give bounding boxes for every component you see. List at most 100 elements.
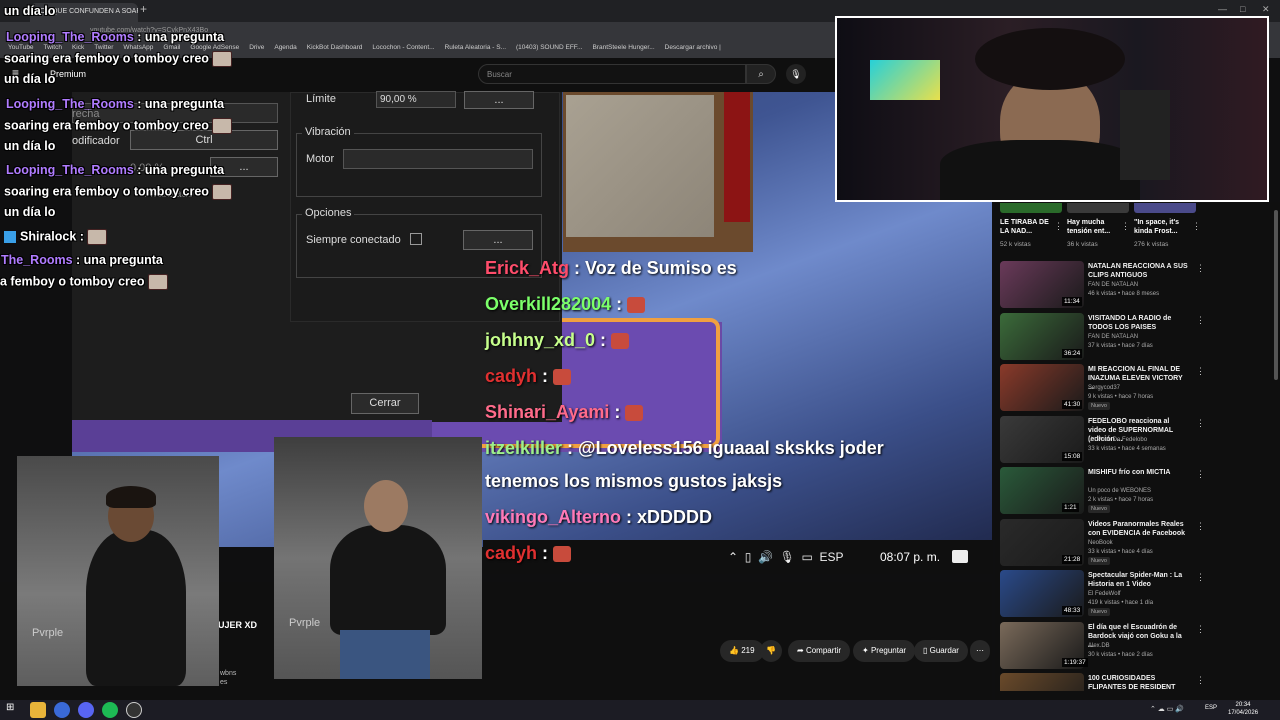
- chrome-icon[interactable]: [54, 702, 70, 718]
- video-channel[interactable]: Un Poco De Fedelobo: [1088, 437, 1147, 443]
- video-channel[interactable]: NeoBook: [1088, 540, 1113, 546]
- short-title[interactable]: "In space, it's kinda Frost...: [1134, 218, 1192, 236]
- related-video-item[interactable]: 1:21 MISHIFU frío con MICTIA Un poco de WE…: [1000, 467, 1275, 517]
- motor-select[interactable]: [343, 149, 533, 169]
- stream-chat-line: Looping_The_Rooms : una pregunta: [6, 163, 224, 177]
- video-channel[interactable]: FAN DE NATALAN: [1088, 282, 1138, 288]
- more-icon[interactable]: ⋮: [1192, 221, 1201, 232]
- video-title[interactable]: NATALAN REACCIONA A SUS CLIPS ANTIGUOS: [1088, 262, 1188, 280]
- save-button[interactable]: ▯ Guardar: [914, 640, 968, 662]
- emote-icon: [553, 546, 572, 563]
- related-video-item[interactable]: 15:08 FEDELOBO reacciona al video de SUPE…: [1000, 415, 1275, 466]
- discord-icon[interactable]: [78, 702, 94, 718]
- chat-separator: :: [537, 543, 554, 563]
- more-icon[interactable]: ⋮: [1196, 572, 1205, 583]
- dislike-button[interactable]: 👎: [760, 640, 782, 662]
- limit-dots-button[interactable]: ...: [464, 91, 534, 109]
- bookmark-item[interactable]: BrantSteele Hunger...: [592, 44, 654, 54]
- short-item[interactable]: "In space, it's kinda Frost... 276 k vist…: [1134, 203, 1201, 255]
- related-video-item[interactable]: 11:34 NATALAN REACCIONA A SUS CLIPS ANTIG…: [1000, 261, 1275, 311]
- search-input[interactable]: Buscar: [478, 64, 746, 84]
- related-video-item[interactable]: 100 CURIOSIDADES FLIPANTES DE RESIDENT E…: [1000, 673, 1275, 691]
- search-icon[interactable]: ⌕: [746, 64, 776, 84]
- more-icon[interactable]: ⋮: [1196, 263, 1205, 274]
- short-item[interactable]: LE TIRABA DE LA NAD... 52 k vistas ⋮: [1000, 203, 1063, 255]
- ask-button[interactable]: ✦ Preguntar: [853, 640, 916, 662]
- video-title[interactable]: VISITANDO LA RADIO de TODOS LOS PAISES: [1088, 314, 1188, 332]
- stream-chat-username: Shiralock: [20, 229, 77, 244]
- notification-icon: [952, 550, 968, 563]
- more-icon[interactable]: ⋮: [1196, 315, 1205, 326]
- video-channel[interactable]: Alex.DB: [1088, 643, 1110, 649]
- bookmark-icon: ▯: [923, 646, 930, 655]
- chat-separator: :: [621, 507, 638, 527]
- bookmark-item[interactable]: Descargar archivo |: [665, 44, 721, 54]
- more-icon[interactable]: ⋮: [1196, 418, 1205, 429]
- stream-chat-message: soaring era femboy o tomboy creo: [4, 51, 209, 66]
- related-video-item[interactable]: 1:19:37 El día que el Escuadrón de Bardoc…: [1000, 621, 1275, 672]
- bookmark-item[interactable]: Locochon - Content...: [372, 44, 434, 54]
- video-title[interactable]: 100 CURIOSIDADES FLIPANTES DE RESIDENT E…: [1088, 674, 1188, 691]
- emote-icon: [147, 274, 168, 290]
- video-meta: 46 k vistas • hace 8 meses: [1088, 291, 1160, 297]
- new-tab-button[interactable]: +: [140, 2, 147, 16]
- like-button[interactable]: 👍 219: [720, 640, 764, 662]
- bookmark-item[interactable]: Agenda: [274, 44, 296, 54]
- more-icon[interactable]: ⋮: [1054, 221, 1063, 232]
- short-item[interactable]: Hay mucha tensión ent... 36 k vistas ⋮: [1067, 203, 1130, 255]
- related-video-item[interactable]: 21:28 Videos Paranormales Reales con EVID…: [1000, 518, 1275, 569]
- limit-field[interactable]: 90,00 %: [376, 91, 456, 108]
- windows-start-icon[interactable]: ⊞: [6, 702, 22, 718]
- channel-fragment[interactable]: wbns: [220, 670, 236, 677]
- close-dialog-button[interactable]: Cerrar: [351, 393, 419, 414]
- always-connected-checkbox[interactable]: [410, 233, 422, 245]
- more-icon[interactable]: ⋮: [1121, 221, 1130, 232]
- bookmark-item[interactable]: KickBot Dashboard: [307, 44, 363, 54]
- related-video-item[interactable]: 41:30 MI REACCION AL FINAL DE INAZUMA ELE…: [1000, 364, 1275, 414]
- clock-time: 20:34: [1235, 702, 1251, 708]
- chat-message: xDDDDD: [637, 507, 713, 527]
- limit-label: Límite: [306, 93, 336, 105]
- video-title-fragment[interactable]: UJER XD: [218, 620, 257, 630]
- minimize-icon[interactable]: —: [1218, 4, 1227, 14]
- obs-icon[interactable]: [126, 702, 142, 718]
- video-channel[interactable]: El FedeWolf: [1088, 591, 1121, 597]
- share-button[interactable]: ➦ Compartir: [788, 640, 851, 662]
- more-icon[interactable]: ⋮: [1196, 366, 1205, 377]
- youtube-premium-logo[interactable]: Premium: [50, 69, 86, 79]
- bookmark-item[interactable]: Drive: [249, 44, 264, 54]
- stream-chat-message: : una pregunta: [137, 163, 225, 177]
- maximize-icon[interactable]: □: [1240, 4, 1245, 14]
- chat-separator: :: [595, 330, 612, 350]
- bookmark-item[interactable]: (10403) SOUND EFF...: [516, 44, 582, 54]
- video-title[interactable]: Spectacular Spider-Man : La Historia en …: [1088, 571, 1188, 589]
- video-channel[interactable]: Un poco de WEBONES: [1088, 488, 1151, 494]
- options-dots-button[interactable]: ...: [463, 230, 533, 250]
- mic-icon[interactable]: 🎙: [786, 64, 806, 84]
- video-duration: 36:24: [1062, 348, 1083, 358]
- video-title[interactable]: Videos Paranormales Reales con EVIDENCIA…: [1088, 520, 1188, 538]
- more-icon[interactable]: ⋮: [1196, 624, 1205, 635]
- more-icon[interactable]: ⋮: [1196, 469, 1205, 480]
- more-icon[interactable]: ⋮: [1196, 675, 1205, 686]
- more-actions-button[interactable]: ⋯: [970, 640, 990, 662]
- short-thumb: [1134, 203, 1196, 213]
- chat-separator: :: [562, 438, 579, 458]
- related-video-item[interactable]: 48:33 Spectacular Spider-Man : La Histori…: [1000, 570, 1275, 620]
- stream-chat-line: Looping_The_Rooms : una pregunta: [6, 30, 224, 44]
- video-channel[interactable]: FAN DE NATALAN: [1088, 334, 1138, 340]
- file-explorer-icon[interactable]: [30, 702, 46, 718]
- spotify-icon[interactable]: [102, 702, 118, 718]
- chat-username: cadyh: [485, 366, 538, 386]
- video-chat-line: itzelkiller : @Loveless156 iguaaal skskk…: [485, 438, 884, 459]
- video-title[interactable]: MISHIFU frío con MICTIA: [1088, 468, 1188, 477]
- short-title[interactable]: LE TIRABA DE LA NAD...: [1000, 218, 1058, 236]
- vibration-title: Vibración: [302, 126, 354, 138]
- related-video-item[interactable]: 36:24 VISITANDO LA RADIO de TODOS LOS PAI…: [1000, 312, 1275, 363]
- video-thumbnail[interactable]: [1000, 673, 1084, 691]
- short-title[interactable]: Hay mucha tensión ent...: [1067, 218, 1125, 236]
- video-channel[interactable]: Sergycod37: [1088, 385, 1120, 391]
- more-icon[interactable]: ⋮: [1196, 521, 1205, 532]
- close-window-icon[interactable]: ✕: [1262, 4, 1270, 15]
- bookmark-item[interactable]: Ruleta Aleatoria - S...: [445, 44, 506, 54]
